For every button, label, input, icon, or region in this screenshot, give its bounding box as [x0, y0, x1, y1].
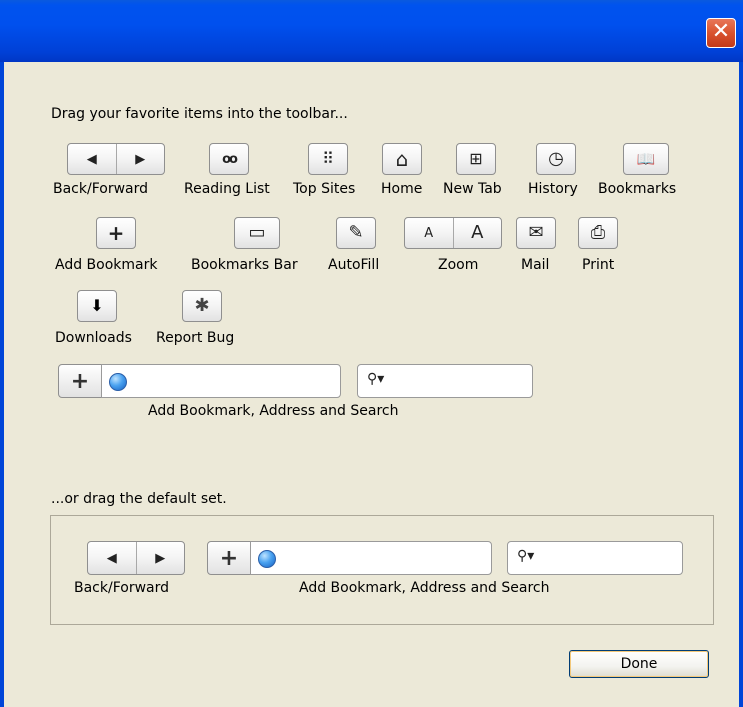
bug-icon: ✱: [194, 295, 210, 316]
report-bug-button[interactable]: ✱: [182, 290, 222, 322]
mail-button[interactable]: ✉: [516, 217, 556, 249]
done-button[interactable]: Done: [569, 650, 709, 678]
title-bar: [0, 0, 743, 62]
mail-label: Mail: [521, 257, 550, 273]
add-bookmark-label: Add Bookmark: [55, 257, 158, 273]
history-label: History: [528, 181, 578, 197]
bookmarks-bar-button[interactable]: ▭: [234, 217, 280, 249]
bookmarks-label: Bookmarks: [598, 181, 677, 197]
search-field[interactable]: ⚲▾: [357, 364, 533, 398]
clock-icon: ◷: [548, 148, 564, 169]
back-forward-label: Back/Forward: [53, 181, 149, 197]
zoom-label: Zoom: [438, 257, 479, 273]
home-label: Home: [381, 181, 423, 197]
autofill-label: AutoFill: [328, 257, 380, 273]
envelope-icon: ✉: [528, 222, 544, 243]
bookmarks-bar-icon: ▭: [248, 222, 266, 243]
default-address-field[interactable]: [250, 541, 492, 575]
globe-icon: [109, 373, 127, 391]
search-icon: ⚲▾: [367, 371, 385, 387]
house-icon: ⌂: [395, 147, 409, 171]
pencil-form-icon: ✎: [348, 222, 364, 243]
default-back-forward-label: Back/Forward: [74, 580, 170, 596]
open-book-icon: 📖: [636, 149, 656, 168]
window-frame-right: [739, 62, 743, 707]
bookmarks-button[interactable]: 📖: [623, 143, 669, 175]
top-sites-button[interactable]: ⠿: [308, 143, 348, 175]
close-icon[interactable]: ✕: [706, 18, 736, 48]
download-arrow-icon: ⬇: [90, 296, 104, 315]
new-tab-button[interactable]: ⊞: [456, 143, 496, 175]
print-button[interactable]: ⎙: [578, 217, 618, 249]
report-bug-label: Report Bug: [156, 330, 235, 346]
print-label: Print: [582, 257, 615, 273]
plus-icon: +: [219, 545, 239, 571]
zoom-button[interactable]: A A: [404, 217, 502, 249]
downloads-button[interactable]: ⬇: [77, 290, 117, 322]
back-arrow-icon[interactable]: ◀: [68, 144, 116, 174]
default-set-heading: ...or drag the default set.: [51, 491, 227, 507]
autofill-button[interactable]: ✎: [336, 217, 376, 249]
new-tab-label: New Tab: [443, 181, 502, 197]
reading-list-label: Reading List: [184, 181, 270, 197]
combo-label: Add Bookmark, Address and Search: [148, 403, 399, 419]
top-sites-label: Top Sites: [293, 181, 356, 197]
default-combo-label: Add Bookmark, Address and Search: [299, 580, 550, 596]
search-icon: ⚲▾: [517, 548, 535, 564]
palette-heading: Drag your favorite items into the toolba…: [51, 106, 348, 122]
globe-icon: [258, 550, 276, 568]
glasses-icon: oo: [222, 151, 238, 167]
downloads-label: Downloads: [55, 330, 132, 346]
default-search-field[interactable]: ⚲▾: [507, 541, 683, 575]
new-tab-icon: ⊞: [469, 149, 483, 168]
reading-list-button[interactable]: oo: [209, 143, 249, 175]
bookmarks-bar-label: Bookmarks Bar: [191, 257, 298, 273]
back-arrow-icon[interactable]: ◀: [88, 542, 136, 574]
back-forward-button[interactable]: ◀ ▶: [67, 143, 165, 175]
grid-icon: ⠿: [322, 149, 334, 168]
printer-icon: ⎙: [590, 222, 606, 243]
forward-arrow-icon[interactable]: ▶: [115, 144, 165, 174]
default-back-forward-button[interactable]: ◀ ▶: [87, 541, 185, 575]
zoom-in-icon[interactable]: A: [452, 218, 502, 248]
window-frame-left: [0, 62, 4, 707]
history-button[interactable]: ◷: [536, 143, 576, 175]
forward-arrow-icon[interactable]: ▶: [135, 542, 185, 574]
plus-icon: +: [70, 368, 90, 394]
default-add-bookmark-button[interactable]: +: [207, 541, 251, 575]
zoom-out-icon[interactable]: A: [405, 218, 453, 248]
address-field[interactable]: [101, 364, 341, 398]
plus-icon: +: [107, 221, 125, 245]
add-bookmark-button[interactable]: +: [96, 217, 136, 249]
home-button[interactable]: ⌂: [382, 143, 422, 175]
combo-add-bookmark-button[interactable]: +: [58, 364, 102, 398]
